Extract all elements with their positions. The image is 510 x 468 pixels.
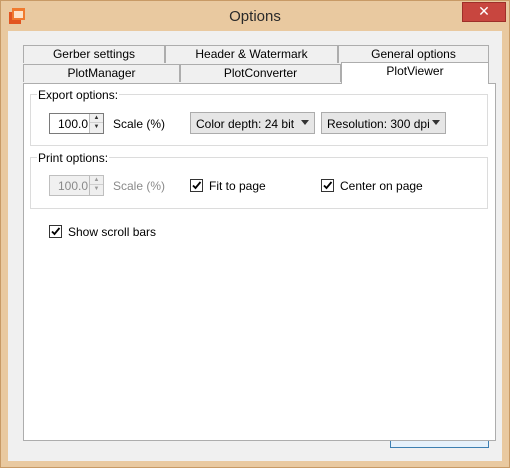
tab-plotmanager[interactable]: PlotManager	[23, 64, 180, 82]
spin-up-arrow-icon: ▲	[90, 176, 103, 185]
print-scale-spinner: 100.0 ▲ ▼	[49, 175, 104, 196]
print-scale-label: Scale (%)	[113, 179, 166, 193]
tab-header-watermark[interactable]: Header & Watermark	[165, 45, 338, 63]
spin-down-arrow-icon: ▼	[93, 186, 100, 192]
fit-to-page-checkbox[interactable]	[190, 179, 203, 192]
spin-down-arrow-icon[interactable]: ▼	[90, 123, 103, 132]
export-scale-spin-buttons: ▲ ▼	[89, 114, 103, 133]
print-scale-value: 100.0	[57, 179, 88, 193]
resolution-dropdown[interactable]: Resolution: 300 dpi	[321, 112, 446, 134]
show-scroll-bars-label[interactable]: Show scroll bars	[68, 225, 156, 239]
tab-plotconverter[interactable]: PlotConverter	[180, 64, 341, 82]
tab-plotviewer[interactable]: PlotViewer	[341, 62, 489, 84]
checkmark-icon	[51, 227, 61, 236]
print-options-group: Print options: 100.0 ▲ ▼ Scale (%) Fit t…	[30, 151, 488, 209]
spin-up-arrow-icon[interactable]: ▲	[90, 114, 103, 123]
dropdown-arrow-icon	[432, 120, 440, 125]
dropdown-arrow-icon	[301, 120, 309, 125]
checkmark-icon	[323, 181, 333, 190]
tab-gerber-settings[interactable]: Gerber settings	[23, 45, 165, 63]
options-window: Options ✕ Gerber settings Header & Water…	[0, 0, 510, 468]
export-scale-label: Scale (%)	[113, 117, 166, 131]
resolution-value: Resolution: 300 dpi	[327, 117, 430, 131]
color-depth-dropdown[interactable]: Color depth: 24 bit	[190, 112, 315, 134]
tab-general-options[interactable]: General options	[338, 45, 489, 63]
fit-to-page-label[interactable]: Fit to page	[209, 179, 266, 193]
checkmark-icon	[192, 181, 202, 190]
export-scale-spinner[interactable]: 100.0 ▲ ▼	[49, 113, 104, 134]
center-on-page-label[interactable]: Center on page	[340, 179, 423, 193]
window-title: Options	[229, 8, 281, 25]
center-on-page-checkbox[interactable]	[321, 179, 334, 192]
export-scale-value[interactable]: 100.0	[52, 117, 88, 131]
dialog-client-area: Gerber settings Header & Watermark Gener…	[8, 31, 502, 461]
color-depth-value: Color depth: 24 bit	[196, 117, 295, 131]
plotviewer-tab-panel: Export options: 100.0 ▲ ▼ Scale (%) Colo…	[23, 83, 496, 441]
export-options-label: Export options:	[37, 88, 120, 102]
show-scroll-bars-checkbox[interactable]	[49, 225, 62, 238]
title-bar[interactable]: Options ✕	[1, 1, 509, 31]
export-options-group: Export options: 100.0 ▲ ▼ Scale (%) Colo…	[30, 88, 488, 146]
close-button[interactable]: ✕	[462, 2, 506, 22]
print-options-label: Print options:	[37, 151, 110, 165]
print-scale-spin-buttons: ▲ ▼	[89, 176, 103, 195]
